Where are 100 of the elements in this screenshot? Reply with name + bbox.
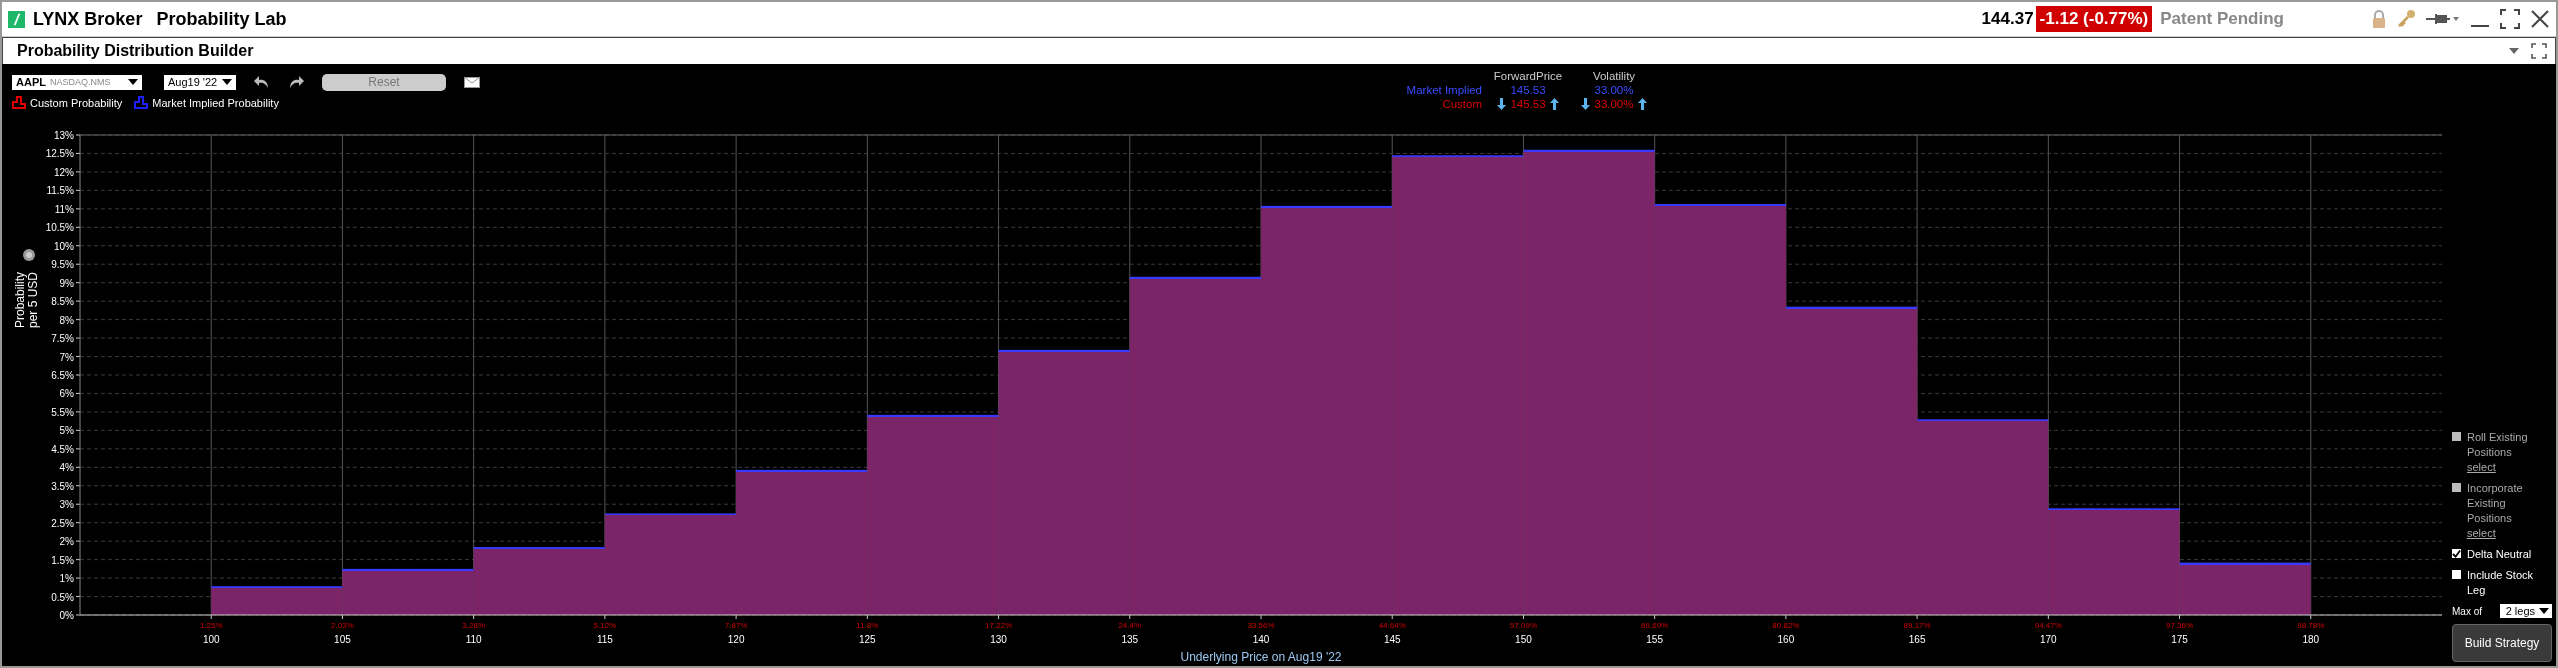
legs-dropdown[interactable]: 2 legs — [2499, 604, 2552, 618]
y-tick-label: 13% — [54, 130, 74, 141]
x-tick-label: 100 — [202, 634, 220, 645]
checkbox[interactable] — [2452, 549, 2461, 558]
cumulative-probability-label: 3.28% — [462, 621, 485, 630]
x-tick-label: 155 — [1646, 634, 1663, 645]
legend-label: Market Implied Probability — [152, 96, 279, 109]
y-tick-label: 9% — [59, 277, 74, 289]
y-tick-label: 4.5% — [51, 443, 74, 455]
y-tick-label: 0% — [59, 610, 74, 621]
x-tick-label: 150 — [1515, 634, 1532, 645]
down-arrow-icon[interactable] — [1581, 98, 1591, 110]
app-logo-icon — [8, 10, 25, 28]
row-label: Custom — [1441, 98, 1482, 110]
y-tick-label: 10.5% — [45, 222, 74, 234]
checkbox[interactable] — [2452, 570, 2461, 579]
x-tick-label: 140 — [1252, 634, 1270, 645]
y-tick-label: 2.5% — [51, 517, 74, 529]
build-strategy-button[interactable]: Build Strategy — [2452, 624, 2552, 662]
y-tick-label: 12.5% — [45, 148, 74, 160]
undo-icon[interactable] — [254, 75, 270, 89]
legend-label: Custom Probability — [30, 96, 123, 109]
y-tick-label: 5% — [59, 425, 74, 437]
y-tick-label: 2% — [59, 536, 74, 548]
y-axis-title: Probability per 5 USD — [14, 271, 40, 330]
expand-icon[interactable] — [2531, 43, 2547, 59]
x-tick-label: 115 — [596, 634, 613, 645]
x-axis-title: Underlying Price on Aug19 '22 — [1180, 650, 1342, 664]
y-tick-label: 4% — [59, 462, 74, 474]
x-tick-label: 135 — [1121, 634, 1139, 645]
x-tick-label: 180 — [2302, 634, 2320, 645]
cumulative-probability-label: 1.25% — [199, 621, 223, 630]
y-tick-label: 7.5% — [51, 333, 74, 345]
x-tick-label: 175 — [2171, 634, 2188, 645]
value-text: 33.00% — [1594, 98, 1634, 110]
envelope-icon[interactable] — [464, 76, 480, 88]
x-tick-label: 120 — [727, 634, 745, 645]
value-text: 145.53 — [1510, 98, 1546, 110]
row-label: Market Implied — [1405, 84, 1482, 96]
y-tick-label: 1.5% — [51, 554, 74, 566]
y-tick-label: 5.5% — [51, 406, 74, 418]
y-tick-label: 3.5% — [51, 480, 74, 492]
maximize-icon[interactable] — [2500, 9, 2520, 29]
x-tick-label: 170 — [2040, 634, 2057, 645]
dropdown-caret-icon[interactable] — [2509, 48, 2519, 54]
y-tick-label: 6% — [59, 388, 74, 400]
cumulative-probability-label: 17.22% — [985, 621, 1013, 630]
y-tick-label: 11.5% — [46, 185, 74, 197]
x-tick-label: 125 — [859, 634, 876, 645]
cumulative-probability-label: 97.36% — [2166, 621, 2194, 630]
pin-icon[interactable] — [2426, 12, 2460, 26]
column-header: ForwardPrice — [1492, 70, 1564, 82]
cumulative-probability-label: 24.4% — [1118, 621, 1142, 630]
cumulative-probability-label: 44.64% — [1378, 621, 1406, 630]
caret-icon[interactable] — [222, 79, 232, 85]
last-price: 144.37 — [1981, 9, 2034, 29]
caret-icon[interactable] — [128, 79, 138, 85]
down-arrow-icon[interactable] — [1497, 98, 1507, 110]
patent-note: Patent Pending — [2160, 9, 2284, 29]
x-tick-label: 160 — [1777, 634, 1795, 645]
y-tick-label: 7% — [59, 351, 74, 363]
up-arrow-icon[interactable] — [1549, 98, 1559, 110]
cumulative-probability-label: 89.17% — [1903, 621, 1931, 630]
redo-icon[interactable] — [288, 75, 304, 89]
y-tick-label: 12% — [54, 166, 74, 178]
cumulative-probability-label: 2.03% — [331, 621, 354, 630]
x-tick-label: 165 — [1908, 634, 1926, 645]
cumulative-probability-label: 80.82% — [1772, 621, 1800, 630]
price-change: -1.12 (-0.77%) — [2035, 6, 2153, 32]
up-arrow-icon[interactable] — [1637, 98, 1647, 110]
symbol-dropdown[interactable]: AAPL NASDAQ.NMS — [12, 74, 142, 90]
window-title: Probability Lab — [156, 8, 287, 30]
y-tick-label: 8.5% — [51, 296, 74, 308]
cumulative-probability-label: 11.8% — [856, 621, 879, 630]
x-tick-label: 130 — [990, 634, 1007, 645]
option-label: Delta Neutral — [2467, 547, 2532, 562]
y-tick-label: 0.5% — [51, 591, 74, 603]
value-text: 145.53 — [1510, 84, 1546, 96]
y-tick-label: 9.5% — [51, 259, 74, 271]
caret-icon[interactable] — [2539, 608, 2549, 614]
option-label: Include Stock Leg — [2467, 568, 2535, 598]
y-tick-label: 3% — [59, 499, 74, 511]
y-tick-label: 11% — [54, 203, 74, 215]
x-tick-label: 105 — [334, 634, 351, 645]
help-icon[interactable] — [23, 249, 35, 261]
cumulative-probability-label: 5.12% — [593, 621, 617, 630]
cumulative-probability-label: 69.69% — [1641, 621, 1669, 630]
x-tick-label: 110 — [465, 634, 482, 645]
cumulative-probability-label: 57.09% — [1509, 621, 1537, 630]
y-tick-label: 1% — [59, 573, 74, 585]
y-tick-label: 6.5% — [51, 370, 74, 381]
close-icon[interactable] — [2530, 9, 2550, 29]
x-tick-label: 145 — [1383, 634, 1401, 645]
expiry-dropdown[interactable]: Aug19 '22 — [164, 74, 236, 90]
y-tick-label: 10% — [54, 240, 74, 252]
value-text: 33.00% — [1594, 84, 1634, 96]
max-legs-label: Max of — [2452, 605, 2482, 617]
column-header: Volatility — [1591, 70, 1637, 82]
cumulative-probability-label: 98.78% — [2297, 621, 2325, 630]
y-tick-label: 8% — [59, 314, 74, 326]
